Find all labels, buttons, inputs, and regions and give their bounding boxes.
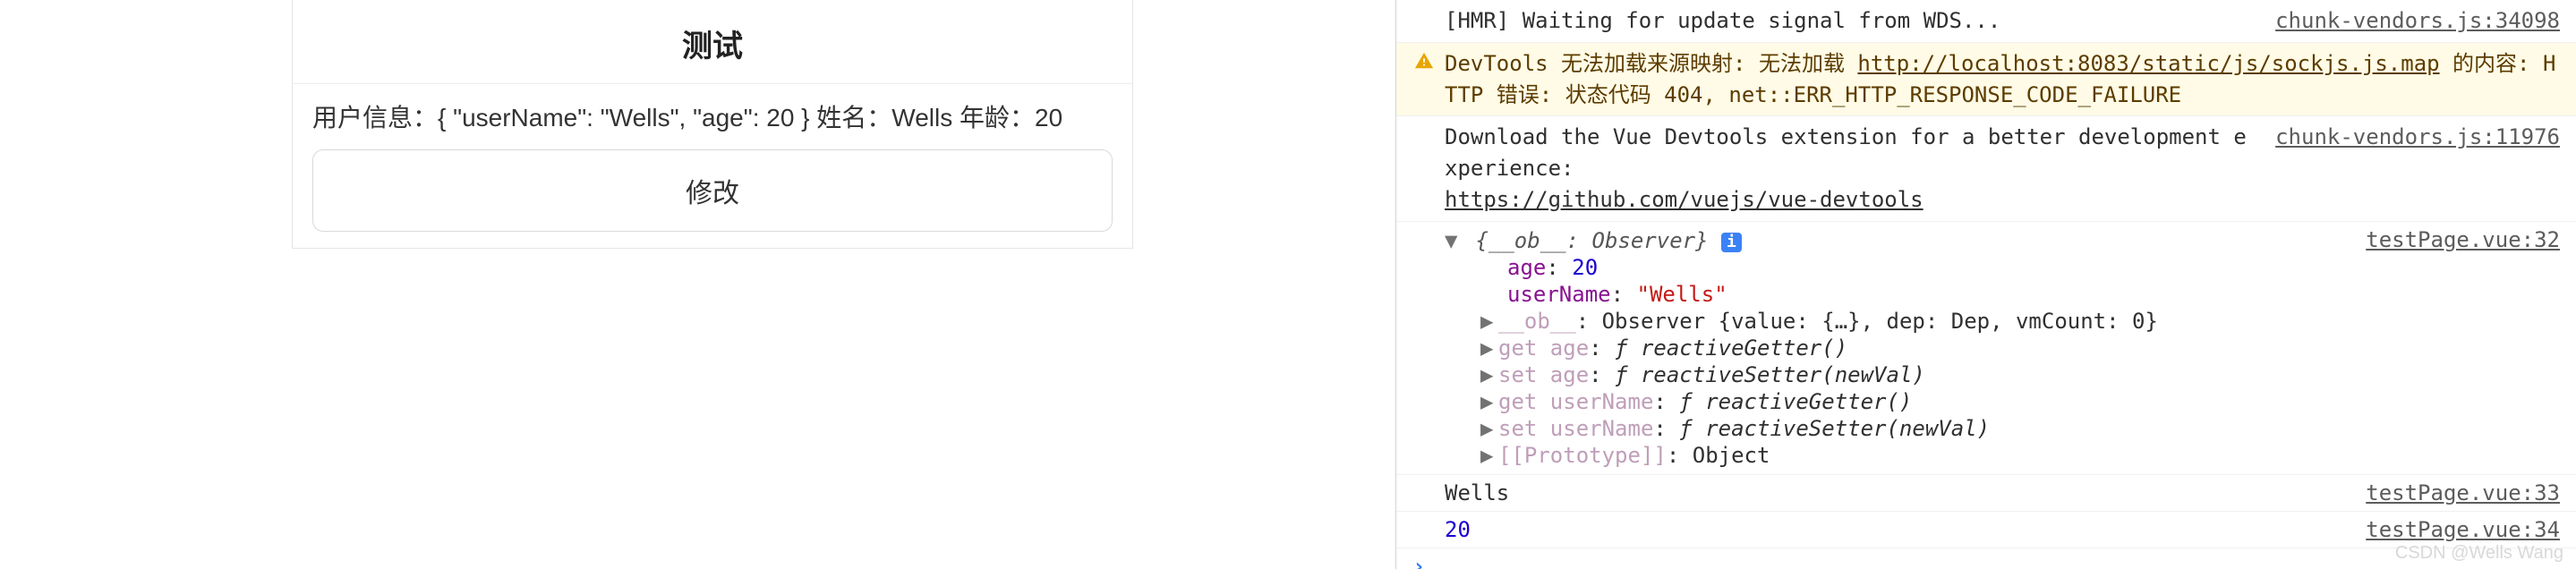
log-message: Download the Vue Devtools extension for … bbox=[1445, 122, 2248, 215]
chevron-right-icon[interactable]: ▶ bbox=[1480, 362, 1498, 387]
object-internal[interactable]: ▶get age: ƒ reactiveGetter() bbox=[1445, 335, 2560, 361]
console-warn-row[interactable]: DevTools 无法加载来源映射: 无法加载 http://localhost… bbox=[1396, 43, 2576, 117]
chevron-right-icon[interactable]: ▶ bbox=[1480, 443, 1498, 468]
page-title: 测试 bbox=[293, 21, 1132, 65]
chevron-right-icon[interactable]: ▶ bbox=[1480, 389, 1498, 414]
device-body: 用户信息：{ "userName": "Wells", "age": 20 } … bbox=[293, 84, 1132, 248]
log-source-link[interactable]: chunk-vendors.js:34098 bbox=[2248, 5, 2560, 37]
vue-devtools-link[interactable]: https://github.com/vuejs/vue-devtools bbox=[1445, 187, 1923, 212]
console-prompt[interactable]: › bbox=[1396, 548, 2576, 569]
mobile-preview-pane: 测试 用户信息：{ "userName": "Wells", "age": 20… bbox=[0, 0, 1395, 569]
console-object-row[interactable]: testPage.vue:32 ▼ {__ob__: Observer} i a… bbox=[1396, 222, 2576, 475]
device-header: 测试 bbox=[293, 0, 1132, 84]
chevron-down-icon[interactable]: ▼ bbox=[1445, 228, 1463, 253]
log-source-link[interactable]: testPage.vue:32 bbox=[2366, 227, 2560, 252]
log-message: Wells bbox=[1445, 480, 2366, 505]
object-internal[interactable]: ▶get userName: ƒ reactiveGetter() bbox=[1445, 388, 2560, 415]
object-property[interactable]: userName: "Wells" bbox=[1445, 281, 2560, 308]
log-source-link[interactable]: testPage.vue:33 bbox=[2366, 480, 2560, 505]
object-internal[interactable]: ▶set age: ƒ reactiveSetter(newVal) bbox=[1445, 361, 2560, 388]
console-log-row[interactable]: [HMR] Waiting for update signal from WDS… bbox=[1396, 0, 2576, 43]
console-log-row[interactable]: Download the Vue Devtools extension for … bbox=[1396, 116, 2576, 221]
chevron-right-icon[interactable]: ▶ bbox=[1480, 416, 1498, 441]
console-log-row[interactable]: 20testPage.vue:34 bbox=[1396, 512, 2576, 548]
object-internal[interactable]: ▶[[Prototype]]: Object bbox=[1445, 442, 2560, 469]
modify-button[interactable]: 修改 bbox=[312, 149, 1113, 232]
object-property[interactable]: age: 20 bbox=[1445, 254, 2560, 281]
sourcemap-url-link[interactable]: http://localhost:8083/static/js/sockjs.j… bbox=[1857, 51, 2439, 76]
chevron-right-icon[interactable]: ▶ bbox=[1480, 335, 1498, 361]
log-source-link[interactable]: testPage.vue:34 bbox=[2366, 517, 2560, 542]
object-internal[interactable]: ▶__ob__: Observer {value: {…}, dep: Dep,… bbox=[1445, 308, 2560, 335]
warning-icon bbox=[1403, 48, 1445, 80]
log-message: 20 bbox=[1445, 517, 2366, 542]
log-source-link[interactable]: chunk-vendors.js:11976 bbox=[2248, 122, 2560, 153]
object-tree[interactable]: ▼ {__ob__: Observer} i age: 20userName: … bbox=[1445, 227, 2560, 469]
chevron-right-icon[interactable]: ▶ bbox=[1480, 309, 1498, 334]
user-info-text: 用户信息：{ "userName": "Wells", "age": 20 } … bbox=[312, 100, 1113, 137]
devtools-console: [HMR] Waiting for update signal from WDS… bbox=[1395, 0, 2576, 569]
object-internal[interactable]: ▶set userName: ƒ reactiveSetter(newVal) bbox=[1445, 415, 2560, 442]
device-frame: 测试 用户信息：{ "userName": "Wells", "age": 20… bbox=[292, 0, 1133, 249]
console-log-row[interactable]: WellstestPage.vue:33 bbox=[1396, 475, 2576, 512]
log-message: [HMR] Waiting for update signal from WDS… bbox=[1445, 5, 2248, 37]
info-icon[interactable]: i bbox=[1721, 233, 1742, 252]
log-message: DevTools 无法加载来源映射: 无法加载 http://localhost… bbox=[1445, 48, 2560, 111]
